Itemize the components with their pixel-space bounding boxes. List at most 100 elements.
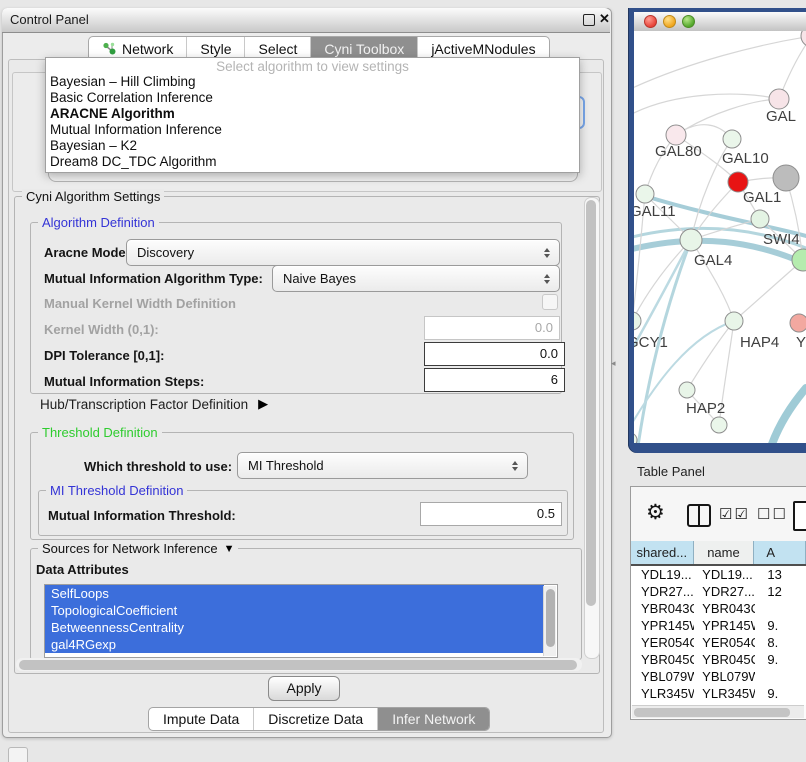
group-title[interactable]: Sources for Network Inference ▼: [38, 541, 238, 556]
network-node[interactable]: [666, 125, 686, 145]
table-cell[interactable]: 13: [755, 566, 806, 583]
table-cell[interactable]: YPR145W: [631, 617, 694, 634]
split-view-icon[interactable]: [687, 504, 711, 527]
float-window-icon[interactable]: [583, 14, 595, 26]
tab-label: jActiveMNodules: [431, 41, 535, 57]
network-node[interactable]: [725, 312, 743, 330]
scrollbar-thumb[interactable]: [634, 708, 790, 717]
table-cell[interactable]: 12: [755, 583, 806, 600]
hub-definition-expander[interactable]: Hub/Transcription Factor Definition ▶: [40, 396, 268, 412]
table-cell[interactable]: YER054C: [694, 634, 755, 651]
column-header-partial[interactable]: A: [754, 541, 806, 564]
network-node[interactable]: [769, 89, 789, 109]
table-cell[interactable]: YDL19...: [694, 566, 755, 583]
expand-arrow-icon: ▶: [258, 396, 268, 412]
table-cell[interactable]: YBL079W: [694, 668, 755, 685]
mi-threshold-input[interactable]: 0.5: [420, 502, 562, 526]
network-node[interactable]: [751, 210, 769, 228]
tab-discretize-data[interactable]: Discretize Data: [254, 708, 378, 730]
table-cell[interactable]: YBL079W: [631, 668, 694, 685]
table-cell[interactable]: 9.: [755, 617, 806, 634]
network-node[interactable]: [723, 130, 741, 148]
table-cell[interactable]: YBR043C: [631, 600, 694, 617]
mac-minimize-button[interactable]: [663, 15, 676, 28]
which-threshold-select[interactable]: MI Threshold: [237, 452, 528, 479]
list-item[interactable]: TopologicalCoefficient: [45, 602, 544, 619]
table-cell[interactable]: YPR145W: [694, 617, 755, 634]
table-cell[interactable]: [755, 600, 806, 617]
control-panel-titlebar[interactable]: [2, 8, 610, 33]
list-item[interactable]: BetweennessCentrality: [45, 619, 544, 636]
table-cell[interactable]: YLR345W: [631, 685, 694, 702]
network-canvas[interactable]: GALGAL80GAL10GAL1GAL11SWI4GAL4HAP4YGCY1H…: [634, 31, 806, 443]
table-row[interactable]: YPR145WYPR145W9.: [631, 617, 806, 634]
table-cell[interactable]: [755, 668, 806, 685]
network-node[interactable]: [636, 185, 654, 203]
dropdown-item[interactable]: Mutual Information Inference: [46, 122, 579, 138]
data-attributes-list[interactable]: SelfLoops TopologicalCoefficient Between…: [44, 584, 558, 658]
dropdown-item[interactable]: Bayesian – K2: [46, 138, 579, 154]
network-window-titlebar[interactable]: [634, 12, 806, 32]
mi-steps-input[interactable]: 6: [424, 368, 565, 392]
column-header-shared-name[interactable]: shared...: [631, 541, 694, 564]
table-cell[interactable]: 9.: [755, 685, 806, 702]
table-row[interactable]: YLR345WYLR345W9.: [631, 685, 806, 702]
table-cell[interactable]: YDR27...: [631, 583, 694, 600]
gear-icon[interactable]: ⚙: [646, 500, 665, 525]
dropdown-item[interactable]: Bayesian – Hill Climbing: [46, 74, 579, 90]
table-cell[interactable]: YBR045C: [694, 651, 755, 668]
panel-divider-handle[interactable]: ◂: [611, 358, 616, 369]
column-header-name[interactable]: name: [694, 541, 755, 564]
network-node-label: GAL: [766, 108, 796, 125]
select-all-columns-icon[interactable]: ☑☑: [719, 505, 750, 523]
scrollbar-thumb[interactable]: [546, 589, 555, 647]
dropdown-item[interactable]: Basic Correlation Inference: [46, 90, 579, 106]
network-node[interactable]: [773, 165, 799, 191]
table-cell[interactable]: 9.: [755, 651, 806, 668]
mac-close-button[interactable]: [644, 15, 657, 28]
document-icon[interactable]: [793, 501, 806, 531]
list-scrollbar[interactable]: [543, 586, 556, 656]
apply-button[interactable]: Apply: [268, 676, 340, 701]
network-node[interactable]: [711, 417, 727, 433]
tab-impute-data[interactable]: Impute Data: [149, 708, 254, 730]
manual-kernel-checkbox[interactable]: [542, 294, 558, 310]
table-cell[interactable]: YBR045C: [631, 651, 694, 668]
dropdown-item-selected[interactable]: ARACNE Algorithm: [46, 106, 579, 122]
minimized-panel-button[interactable]: [8, 747, 28, 762]
table-row[interactable]: YBR045CYBR045C9.: [631, 651, 806, 668]
list-item[interactable]: SelfLoops: [45, 585, 544, 602]
scrollbar-thumb[interactable]: [19, 660, 577, 670]
network-node[interactable]: [680, 229, 702, 251]
table-row[interactable]: YDR27...YDR27...12: [631, 583, 806, 600]
list-item[interactable]: gal4RGexp: [45, 636, 544, 653]
table-cell[interactable]: YDR27...: [694, 583, 755, 600]
close-icon[interactable]: ✕: [599, 11, 610, 27]
table-row[interactable]: YER054CYER054C8.: [631, 634, 806, 651]
network-node[interactable]: [634, 433, 637, 443]
network-node[interactable]: [679, 382, 695, 398]
table-row[interactable]: YDL19...YDL19...13: [631, 566, 806, 583]
network-node[interactable]: [790, 314, 806, 332]
table-cell[interactable]: YDL19...: [631, 566, 694, 583]
table-cell[interactable]: YBR043C: [694, 600, 755, 617]
network-node[interactable]: [801, 31, 806, 47]
deselect-columns-icon[interactable]: ☐☐: [757, 505, 788, 523]
mi-type-select[interactable]: Naive Bayes: [272, 265, 560, 292]
dpi-tolerance-input[interactable]: 0.0: [424, 342, 565, 366]
network-node-label: GAL80: [655, 143, 702, 160]
tab-infer-network[interactable]: Infer Network: [378, 708, 489, 730]
table-horizontal-scrollbar[interactable]: [632, 705, 804, 718]
network-node-label: GAL10: [722, 150, 769, 167]
network-node[interactable]: [634, 312, 641, 330]
table-cell[interactable]: YLR345W: [694, 685, 755, 702]
aracne-mode-select[interactable]: Discovery: [126, 239, 560, 266]
table-row[interactable]: YBR043CYBR043C: [631, 600, 806, 617]
kernel-width-input[interactable]: 0.0: [424, 316, 560, 340]
mac-zoom-button[interactable]: [682, 15, 695, 28]
dropdown-item[interactable]: Dream8 DC_TDC Algorithm: [46, 154, 579, 170]
scrollbar-thumb[interactable]: [586, 200, 596, 606]
table-row[interactable]: YBL079WYBL079W: [631, 668, 806, 685]
table-cell[interactable]: 8.: [755, 634, 806, 651]
table-cell[interactable]: YER054C: [631, 634, 694, 651]
